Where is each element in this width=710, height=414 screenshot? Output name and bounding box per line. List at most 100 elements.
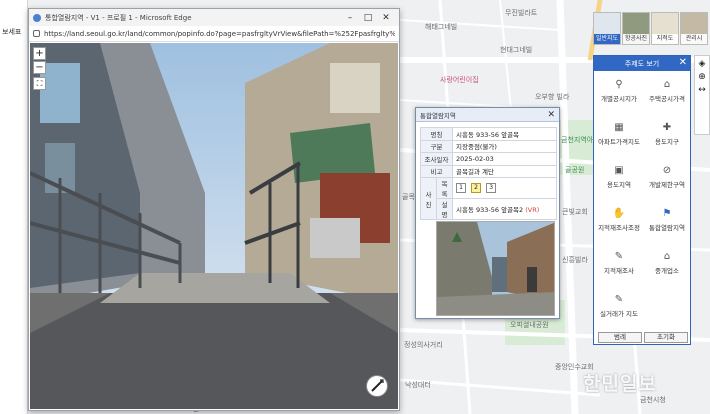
address-bar[interactable]: https://land.seoul.go.kr/land/common/pop… [29, 26, 399, 42]
photo-section-label: 사진 [420, 177, 437, 220]
map-label: 오부향 빌라 [535, 93, 570, 101]
legend-button[interactable]: 범례 [598, 332, 642, 343]
url-text[interactable]: https://land.seoul.go.kr/land/common/pop… [44, 30, 395, 38]
map-type-aerial[interactable]: 항공사진 [622, 12, 650, 45]
theme-item-label: 지적재조사 [604, 267, 634, 275]
office-icon: ⌂ [663, 251, 671, 262]
theme-item-label: 실거래가 지도 [600, 310, 638, 318]
theme-item-real-transaction[interactable]: ✎ 실거래가 지도 [595, 293, 643, 318]
dialog-title: 통합열람지역 [420, 111, 456, 120]
map-label: 현대그네빌 [500, 46, 533, 54]
map-type-label: 관리시 [681, 34, 707, 44]
reset-button[interactable]: 초기화 [644, 332, 688, 343]
row-key: 조사일자 [420, 152, 453, 166]
map-label: 사랑어린이집 [440, 76, 479, 84]
theme-item-brokerage[interactable]: ⌂ 중개업소 [643, 250, 691, 275]
panorama-image [30, 43, 398, 409]
window-title: 통합열람지역 - V1 - 프로필 1 - Microsoft Edge [45, 13, 192, 22]
street-view-icon[interactable]: ⊕ [695, 72, 709, 82]
grid-cross-icon: ✚ [662, 122, 672, 133]
list-label: 목록 [436, 177, 453, 199]
row-value: 골목길과 계단 [452, 164, 557, 178]
theme-panel-header: 주제도 보기 ✕ [594, 56, 690, 71]
land-info-dialog[interactable]: 통합열람지역 ✕ 명칭 시흥동 933-56 앞골목 구분 지장중점(불가) 조… [415, 107, 560, 319]
map-type-label: 지적도 [652, 34, 678, 44]
map-type-normal[interactable]: 일반지도 [593, 12, 621, 45]
dialog-header: 통합열람지역 ✕ [416, 108, 559, 122]
watermark-logo: 한민일보 [583, 373, 657, 395]
theme-item-label: 지적재조사조정 [598, 224, 640, 232]
edge-favicon-icon [33, 13, 41, 22]
photo-1-button[interactable]: 1 [456, 183, 466, 193]
theme-item-land-price[interactable]: ⚲ 개별공시지가 [595, 78, 643, 103]
theme-item-use-district[interactable]: ✚ 용도지구 [643, 121, 691, 146]
info-table: 명칭 시흥동 933-56 앞골목 구분 지장중점(불가) 조사일자 2025-… [420, 127, 557, 220]
distance-icon[interactable]: ↔ [695, 85, 709, 95]
left-sidebar: 보세표 [0, 0, 28, 414]
theme-item-label: 통합열람지역 [649, 224, 685, 232]
flag-icon: ⚑ [662, 208, 672, 219]
close-icon[interactable]: ✕ [679, 57, 687, 68]
map-label: 신흥빌라 [562, 256, 588, 264]
row-key: 구분 [420, 139, 453, 153]
map-type-label: 항공사진 [623, 34, 649, 44]
theme-item-integrated-view[interactable]: ⚑ 통합열람지역 [643, 207, 691, 232]
theme-item-apartment-price[interactable]: ▦ 아파트가격지도 [595, 121, 643, 146]
fullscreen-button[interactable]: ⛶ [33, 77, 46, 90]
table-row: 조사일자 2025-02-03 [420, 152, 557, 166]
row-value: 지장중점(불가) [452, 139, 557, 153]
hand-icon: ✋ [612, 208, 626, 219]
row-key: 명칭 [420, 127, 453, 141]
theme-item-label: 아파트가격지도 [598, 138, 640, 146]
desc-value: 시흥동 933-56 앞골목2 (VR) [452, 198, 557, 220]
pen-map-icon: ✎ [614, 294, 624, 305]
person-pin-icon: ⚲ [615, 79, 623, 90]
frame-icon: ▣ [614, 165, 624, 176]
lock-icon [33, 30, 40, 37]
photo-2-button[interactable]: 2 [471, 183, 482, 193]
maximize-icon[interactable]: □ [359, 13, 377, 23]
window-titlebar[interactable]: 통합열람지역 - V1 - 프로필 1 - Microsoft Edge – □… [29, 9, 399, 26]
zoom-in-button[interactable]: + [33, 47, 46, 60]
map-label: 큰빛교회 [562, 208, 588, 216]
theme-item-label: 주택공시가격 [649, 95, 685, 103]
map-type-label: 일반지도 [594, 34, 620, 44]
theme-item-house-price[interactable]: ⌂ 주택공시가격 [643, 78, 691, 103]
close-icon[interactable]: ✕ [547, 110, 555, 120]
photo-3-button[interactable]: 3 [486, 183, 497, 193]
map-label: 무진빌라트 [505, 9, 538, 17]
street-view-panorama[interactable]: + − ⛶ [30, 43, 398, 409]
theme-item-label: 개별공시지가 [601, 95, 637, 103]
theme-panel-title: 주제도 보기 [624, 59, 660, 68]
theme-map-panel[interactable]: 주제도 보기 ✕ ⚲ 개별공시지가 ⌂ 주택공시가격 ▦ 아파트가격지도 ✚ 용… [593, 55, 691, 345]
table-row: 구분 지장중점(불가) [420, 139, 557, 153]
map-type-manage[interactable]: 관리시 [680, 12, 708, 45]
theme-item-cadastral-survey[interactable]: ✎ 지적재조사 [595, 250, 643, 275]
restriction-icon: ⊘ [662, 165, 672, 176]
map-type-selector: 일반지도 항공사진 지적도 관리시 [593, 12, 709, 45]
table-row: 설명 시흥동 933-56 앞골목2 (VR) [421, 198, 557, 220]
theme-item-label: 용도지구 [655, 138, 679, 146]
row-value: 시흥동 933-56 앞골목 [452, 127, 557, 141]
map-label: 금천시청 [640, 396, 666, 404]
layers-icon[interactable]: ◈ [695, 59, 709, 69]
minimize-icon[interactable]: – [341, 13, 359, 23]
theme-item-label: 중개업소 [655, 267, 679, 275]
zoom-out-button[interactable]: − [33, 61, 46, 74]
map-type-cadastral[interactable]: 지적도 [651, 12, 679, 45]
map-label: 골공원 [565, 166, 585, 174]
street-view-popup-window[interactable]: 통합열람지역 - V1 - 프로필 1 - Microsoft Edge – □… [28, 8, 400, 411]
left-tab-label[interactable]: 보세표 [2, 27, 21, 37]
vr-tag[interactable]: (VR) [525, 206, 539, 214]
theme-item-label: 용도지역 [607, 181, 631, 189]
row-value: 2025-02-03 [452, 152, 557, 166]
theme-item-use-zone[interactable]: ▣ 용도지역 [595, 164, 643, 189]
apartment-icon: ▦ [614, 122, 624, 133]
close-icon[interactable]: ✕ [377, 13, 395, 23]
theme-item-cadastral-adjust[interactable]: ✋ 지적재조사조정 [595, 207, 643, 232]
pen-icon: ✎ [614, 251, 624, 262]
map-label: 낙성대터 [405, 381, 431, 389]
compass-icon[interactable] [366, 375, 388, 397]
info-photo-thumbnail[interactable] [436, 221, 555, 316]
theme-item-greenbelt[interactable]: ⊘ 개발제한구역 [643, 164, 691, 189]
